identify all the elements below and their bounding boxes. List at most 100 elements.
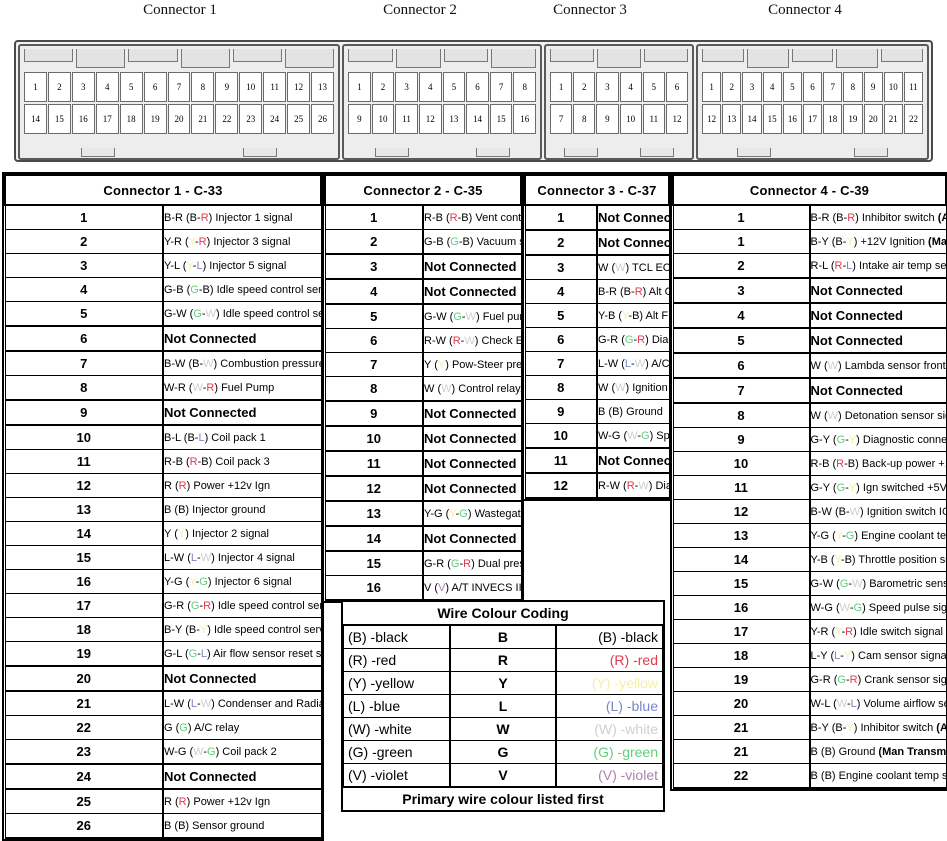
table-row[interactable]: 6R-W (R-W) Check Engine Light Control (324, 328, 522, 353)
pin-16: 16 (71, 104, 95, 134)
pin-function-text: Idle speed control servo (210, 623, 321, 636)
wire-colour-code: (W-R) (188, 381, 219, 394)
pin-22: 22 (215, 104, 239, 134)
table-row[interactable]: 1Not Connected (524, 204, 670, 231)
table-row[interactable]: 12 Not Connected (324, 475, 522, 502)
pin-number-cell: 22 (672, 763, 811, 789)
table-row[interactable]: 3W (W) TCL ECU (524, 254, 670, 280)
table-row[interactable]: 17G-R (G-R) Idle speed control servo (4, 593, 322, 618)
pin-description-cell: B-Y (B-Y) Inhibitor switch (Auto Trans) (809, 715, 947, 740)
table-row[interactable]: 22B (B) Engine coolant temp sensor groun… (672, 763, 947, 789)
pin-8: 8 (191, 72, 215, 102)
table-row[interactable]: 7L-W (L-W) A/C switch 2 (524, 351, 670, 376)
table-row[interactable]: 11 R-B (R-B) Coil pack 3 (4, 449, 322, 474)
table-row[interactable]: 5G-W (G-W) Fuel pump relay 2 (324, 303, 522, 329)
table-row[interactable]: 14Y-B (Y-B) Throttle position sensor sig… (672, 547, 947, 572)
table-row[interactable]: 13 B (B) Injector ground (4, 497, 322, 522)
table-row[interactable]: 8 W-R (W-R) Fuel Pump (4, 375, 322, 401)
table-row[interactable]: 6G-R (G-R) Diagnos pin 1 (524, 327, 670, 352)
pin-function-text: Coil pack 2 (219, 745, 277, 758)
table-row[interactable]: 9G-Y (G-Y) Diagnostic connector, pin 26 (672, 427, 947, 452)
table-row[interactable]: 10W-G (W-G) Speed sensor (524, 423, 670, 449)
pin-function-text: Diagnos pin 1 (651, 333, 669, 346)
table-row[interactable]: 5 Not Connected (672, 327, 947, 354)
wire-code-label: W-R (164, 381, 189, 394)
table-row[interactable]: 3 Y-L (Y-L) Injector 5 signal (4, 253, 322, 278)
pin-description-cell: Y-R (Y-R) Idle switch signal (809, 619, 947, 644)
table-row[interactable]: 23 W-G (W-G) Coil pack 2 (4, 739, 322, 765)
table-row[interactable]: 3 Not Connected (672, 277, 947, 304)
table-row[interactable]: 12 R (R) Power +12v Ign (4, 473, 322, 498)
table-row[interactable]: 24 Not Connected (4, 763, 322, 790)
table-row[interactable]: 10 Not Connected (324, 425, 522, 452)
table-row[interactable]: 10R-B (R-B) Back-up power +12v constant (672, 451, 947, 476)
table-row[interactable]: 5Y-B (Y-B) Alt FR terminal (524, 303, 670, 328)
table-row[interactable]: 26 B (B) Sensor ground (4, 813, 322, 839)
table-row[interactable]: 6 Not Connected (4, 325, 322, 352)
table-row[interactable]: 12 B-W (B-W) Ignition switch IG (672, 499, 947, 524)
colour-letter-L: L (624, 357, 632, 370)
table-row[interactable]: 4 Not Connected (324, 278, 522, 305)
table-row[interactable]: 17 Y-R (Y-R) Idle switch signal (672, 619, 947, 644)
table-row[interactable]: 14 Not Connected (324, 525, 522, 552)
table-row[interactable]: 8W (W) Ignition failure sensor (524, 375, 670, 400)
table-row[interactable]: 20W-L (W-L) Volume airflow sensor signal (672, 691, 947, 716)
table-row[interactable]: 22 G (G) A/C relay (4, 715, 322, 740)
table-row[interactable]: 21B (B) Ground (Man Transmission) (672, 739, 947, 764)
table-row[interactable]: 13Y-G (Y-G) Wastegate solenoid valve (324, 500, 522, 527)
table-row[interactable]: 3 Not Connected (324, 253, 522, 280)
table-row[interactable]: 10 B-L (B-L) Coil pack 1 (4, 424, 322, 450)
table-row[interactable]: 13Y-G (Y-G) Engine coolant temp sensor s… (672, 523, 947, 548)
table-row[interactable]: 7B-W (B-W) Combustion pressure control/F… (4, 350, 322, 376)
connector-2-mount-feet (348, 145, 536, 157)
pin-row-top: 1 2 3 4 5 6 7 8 9 10 11 12 13 (24, 72, 334, 102)
table-row[interactable]: 2G-B (G-B) Vacuum solenoid valve (324, 229, 522, 255)
pin-description-cell: G-R (G-R) Crank sensor signal (809, 667, 947, 692)
table-row[interactable]: 4 Not Connected (672, 302, 947, 329)
table-row[interactable]: 15 L-W (L-W) Injector 4 signal (4, 545, 322, 570)
table-row[interactable]: 7 Not Connected (672, 377, 947, 404)
table-row[interactable]: 16W-G (W-G) Speed pulse signal (672, 595, 947, 620)
table-row[interactable]: 15G-R (G-R) Dual pressure switch, A/C an… (324, 550, 522, 576)
table-row[interactable]: 2Not Connected (524, 229, 670, 256)
table-row[interactable]: 9 Not Connected (324, 400, 522, 427)
table-row[interactable]: 16 Y-G (Y-G) Injector 6 signal (4, 569, 322, 594)
table-row[interactable]: 1B-R (B-R) Inhibitor switch (Auto Trans) (672, 204, 947, 230)
table-row[interactable]: 20 Not Connected (4, 665, 322, 692)
table-row[interactable]: 11Not Connected (524, 447, 670, 474)
table-row[interactable]: 15G-W (G-W) Barometric sensor signal (672, 571, 947, 596)
table-row[interactable]: 14 Y (Y) Injector 2 signal (4, 521, 322, 546)
table-row[interactable]: 8W (W) Detonation sensor signal (672, 402, 947, 428)
table-row[interactable]: 4B-R (B-R) Alt G terminal (524, 279, 670, 304)
table-row[interactable]: 2R-L (R-L) Intake air temp sensor (672, 253, 947, 279)
table-row[interactable]: 19G-L (G-L) Air flow sensor reset signal (4, 641, 322, 667)
table-row[interactable]: 12R-W (R-W) Diagnos pin 7 (524, 472, 670, 499)
pin-10: 10 (371, 104, 395, 134)
pin-number-cell: 21 (4, 690, 164, 716)
colour-letter-W: W (203, 357, 214, 370)
table-row[interactable]: 1B-Y (B-Y) +12V Ignition (Man Transmissi… (672, 229, 947, 254)
table-row[interactable]: 16V (V) A/T INVECS II ECU (324, 575, 522, 601)
table-row[interactable]: 8W (W) Control relay, power supply (324, 376, 522, 402)
table-row[interactable]: 1 B-R (B-R) Injector 1 signal (4, 204, 322, 230)
table-row[interactable]: 25 R (R) Power +12v Ign (4, 788, 322, 814)
table-row[interactable]: 18 B-Y (B-Y) Idle speed control servo (4, 617, 322, 642)
table-row[interactable]: 1R-B (R-B) Vent control solenoid valve (324, 204, 522, 230)
table-row[interactable]: 5G-W (G-W) Idle speed control servo (4, 301, 322, 327)
pin-number-cell: 6 (4, 325, 164, 352)
table-row[interactable]: 11G-Y (G-Y) Ign switched +5V sensor supp… (672, 475, 947, 500)
table-row[interactable]: 11Not Connected (324, 450, 522, 477)
table-row[interactable]: 7Y (Y) Pow-Steer pressure switch (324, 352, 522, 377)
table-row[interactable]: 21L-W (L-W) Condenser and Radiator fan r… (4, 690, 322, 716)
table-row[interactable]: 9B (B) Ground (524, 399, 670, 424)
table-row[interactable]: 21B-Y (B-Y) Inhibitor switch (Auto Trans… (672, 715, 947, 740)
table-row[interactable]: 4G-B (G-B) Idle speed control servo (4, 277, 322, 302)
table-row[interactable]: 2 Y-R (Y-R) Injector 3 signal (4, 229, 322, 254)
table-row[interactable]: 19G-R (G-R) Crank sensor signal (672, 667, 947, 692)
legend-colour-sample: (L) -blue (555, 694, 664, 718)
table-row[interactable]: 6W (W) Lambda sensor front (672, 352, 947, 379)
wire-colour-code: (W) (611, 381, 630, 394)
pin-function-text: TCL ECU (632, 261, 668, 274)
table-row[interactable]: 18 L-Y (L-Y) Cam sensor signal (672, 643, 947, 668)
table-row[interactable]: 9 Not Connected (4, 399, 322, 426)
